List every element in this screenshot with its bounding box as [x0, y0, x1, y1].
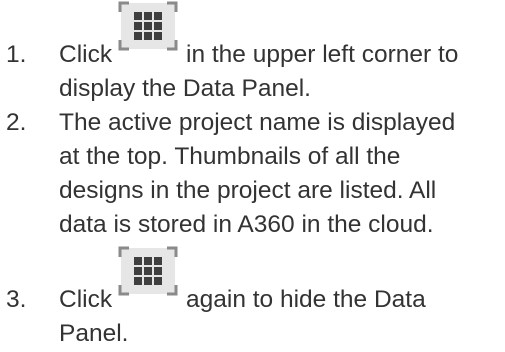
- step-3-prefix: Click: [59, 286, 113, 313]
- step-1-suffix: in the upper left corner to: [186, 41, 459, 68]
- step-3-number: 3.: [6, 286, 27, 313]
- step-2-line-3: designs in the project are listed. All: [59, 177, 437, 204]
- data-panel-grid-icon: [117, 0, 179, 52]
- step-1-number: 1.: [6, 41, 27, 68]
- step-3-suffix: again to hide the Data: [186, 286, 426, 313]
- instruction-list: 1. Click in the upper left corner to dis…: [0, 0, 505, 352]
- step-2-line-4: data is stored in A360 in the cloud.: [59, 211, 434, 238]
- step-2-number: 2.: [6, 109, 27, 136]
- step-3-line-2: Panel.: [59, 320, 129, 347]
- step-1-line-2: display the Data Panel.: [59, 75, 311, 102]
- data-panel-grid-icon: [117, 245, 179, 297]
- step-1-prefix: Click: [59, 41, 113, 68]
- step-2-line-2: at the top. Thumbnails of all the: [59, 143, 401, 170]
- step-2-line-1: The active project name is displayed: [59, 109, 456, 136]
